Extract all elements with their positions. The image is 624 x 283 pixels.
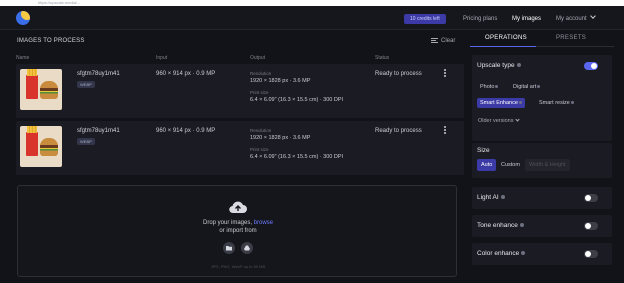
table-row[interactable]: sfgtm78uy1m41 WEBP 960 × 914 px · 0.9 MP… [16, 121, 464, 175]
nav-my-account-label: My account [556, 16, 587, 22]
upscale-option-smart-enhance[interactable]: Smart Enhance [477, 98, 525, 108]
info-icon [537, 85, 541, 89]
image-thumbnail [20, 69, 62, 110]
light-ai-card: Light AI [472, 187, 612, 209]
upscale-option-digital-art-label: Digital art [513, 84, 537, 90]
column-header-input: Input [156, 55, 168, 61]
tab-presets[interactable]: PRESETS [556, 35, 586, 41]
size-option-width-height: Width & Height [525, 159, 570, 171]
size-option-custom[interactable]: Custom [497, 159, 524, 171]
upscale-option-digital-art[interactable]: Digital art [510, 82, 543, 92]
app-logo-icon[interactable] [16, 11, 30, 25]
tab-operations[interactable]: OPERATIONS [485, 35, 527, 41]
column-header-name: Name [16, 55, 30, 61]
color-enhance-toggle[interactable] [584, 250, 598, 258]
settings-panel: OPERATIONS PRESETS Upscale type Photo Di… [470, 30, 614, 283]
older-versions-link[interactable]: Older versions [478, 117, 521, 124]
upscale-type-card: Upscale type Photo Digital art Smart Enh… [472, 55, 612, 141]
color-enhance-card: Color enhance [472, 243, 612, 265]
output-resolution-label: Resolution [250, 71, 272, 76]
clear-list-icon [431, 38, 438, 43]
upscale-type-label: Upscale type [477, 62, 515, 69]
upscale-type-toggle[interactable] [584, 62, 598, 70]
folder-import-icon[interactable] [223, 242, 235, 254]
clear-label: Clear [441, 38, 456, 44]
light-ai-toggle[interactable] [584, 194, 598, 202]
output-resolution-label: Resolution [250, 128, 272, 133]
drop-instructions: Drop your images, browse [18, 220, 458, 226]
top-navigation: 10 credits left Pricing plans My images … [0, 6, 624, 30]
more-options-icon[interactable] [442, 126, 448, 136]
column-header-output: Output [250, 55, 266, 61]
output-print-size: 6.4 × 6.09" (16.3 × 15.5 cm) · 300 DPI [250, 154, 344, 160]
output-resolution: 1920 × 1828 px · 3.6 MP [250, 135, 311, 141]
size-option-auto[interactable]: Auto [477, 159, 497, 171]
image-thumbnail [20, 126, 62, 167]
size-card: Size Auto Custom Width & Height [472, 143, 612, 178]
light-ai-label: Light AI [477, 194, 499, 201]
supported-formats: JPG, PNG, WebP up to 50 MB [210, 264, 266, 269]
info-icon [495, 85, 499, 89]
credits-badge[interactable]: 10 credits left [404, 14, 446, 24]
row-status: Ready to process [375, 71, 422, 77]
active-tab-indicator [470, 46, 536, 47]
more-options-icon[interactable] [442, 69, 448, 79]
input-size: 960 × 914 px · 0.9 MP [156, 128, 216, 134]
info-icon[interactable] [500, 195, 505, 200]
clear-button[interactable]: Clear [431, 37, 455, 44]
tone-enhance-label: Tone enhance [477, 222, 518, 229]
info-icon [570, 101, 574, 105]
format-badge: WEBP [77, 138, 95, 145]
file-name: sfgtm78uy1m41 [77, 71, 120, 77]
upscale-option-photo[interactable]: Photo [477, 82, 501, 92]
chevron-down-icon [589, 13, 596, 19]
size-title: Size [477, 147, 490, 154]
images-table: Name Input Output Status sfgtm78uy1m41 W… [16, 52, 464, 182]
row-status: Ready to process [375, 128, 422, 134]
google-drive-icon[interactable] [241, 242, 253, 254]
format-badge: WEBP [77, 81, 95, 88]
color-enhance-title: Color enhance [477, 250, 526, 257]
output-resolution: 1920 × 1828 px · 3.6 MP [250, 78, 311, 84]
size-segmented-control: Auto Custom Width & Height [477, 159, 577, 171]
output-print-size: 6.4 × 6.09" (16.3 × 15.5 cm) · 300 DPI [250, 97, 344, 103]
table-row[interactable]: sfgtm78uy1m41 WEBP 960 × 914 px · 0.9 MP… [16, 64, 464, 118]
info-icon[interactable] [516, 63, 521, 68]
output-print-label: Print size [250, 147, 269, 152]
nav-my-images[interactable]: My images [512, 14, 541, 24]
images-panel: IMAGES TO PROCESS Clear Name Input Outpu… [12, 30, 464, 283]
file-name: sfgtm78uy1m41 [77, 128, 120, 134]
panel-title: IMAGES TO PROCESS [17, 38, 85, 44]
browse-link[interactable]: browse [254, 220, 273, 226]
info-icon[interactable] [519, 223, 524, 228]
browser-url: https://upscale.media/... [38, 0, 81, 5]
output-print-label: Print size [250, 90, 269, 95]
tone-enhance-toggle[interactable] [584, 222, 598, 230]
chevron-down-icon [515, 117, 521, 122]
nav-pricing-plans[interactable]: Pricing plans [463, 14, 497, 24]
tone-enhance-title: Tone enhance [477, 222, 524, 229]
drop-text: Drop your images, [202, 220, 254, 226]
nav-my-account[interactable]: My account [556, 13, 596, 24]
upscale-type-title: Upscale type [477, 62, 521, 69]
column-header-status: Status [375, 55, 390, 61]
upscale-option-smart-enhance-label: Smart Enhance [480, 100, 518, 106]
settings-tabs: OPERATIONS PRESETS [470, 30, 614, 47]
info-icon[interactable] [521, 251, 526, 256]
upscale-option-smart-resize-label: Smart resize [539, 100, 570, 106]
cloud-upload-icon [229, 201, 247, 214]
color-enhance-label: Color enhance [477, 250, 520, 257]
light-ai-title: Light AI [477, 194, 505, 201]
tone-enhance-card: Tone enhance [472, 215, 612, 237]
info-icon [518, 101, 522, 105]
upscale-option-photo-label: Photo [480, 84, 495, 90]
upload-dropzone[interactable]: Drop your images, browse or import from … [17, 185, 457, 277]
input-size: 960 × 914 px · 0.9 MP [156, 71, 216, 77]
older-versions-label: Older versions [478, 118, 514, 124]
import-text: or import from [219, 228, 257, 234]
upscale-option-smart-resize[interactable]: Smart resize [536, 98, 577, 108]
